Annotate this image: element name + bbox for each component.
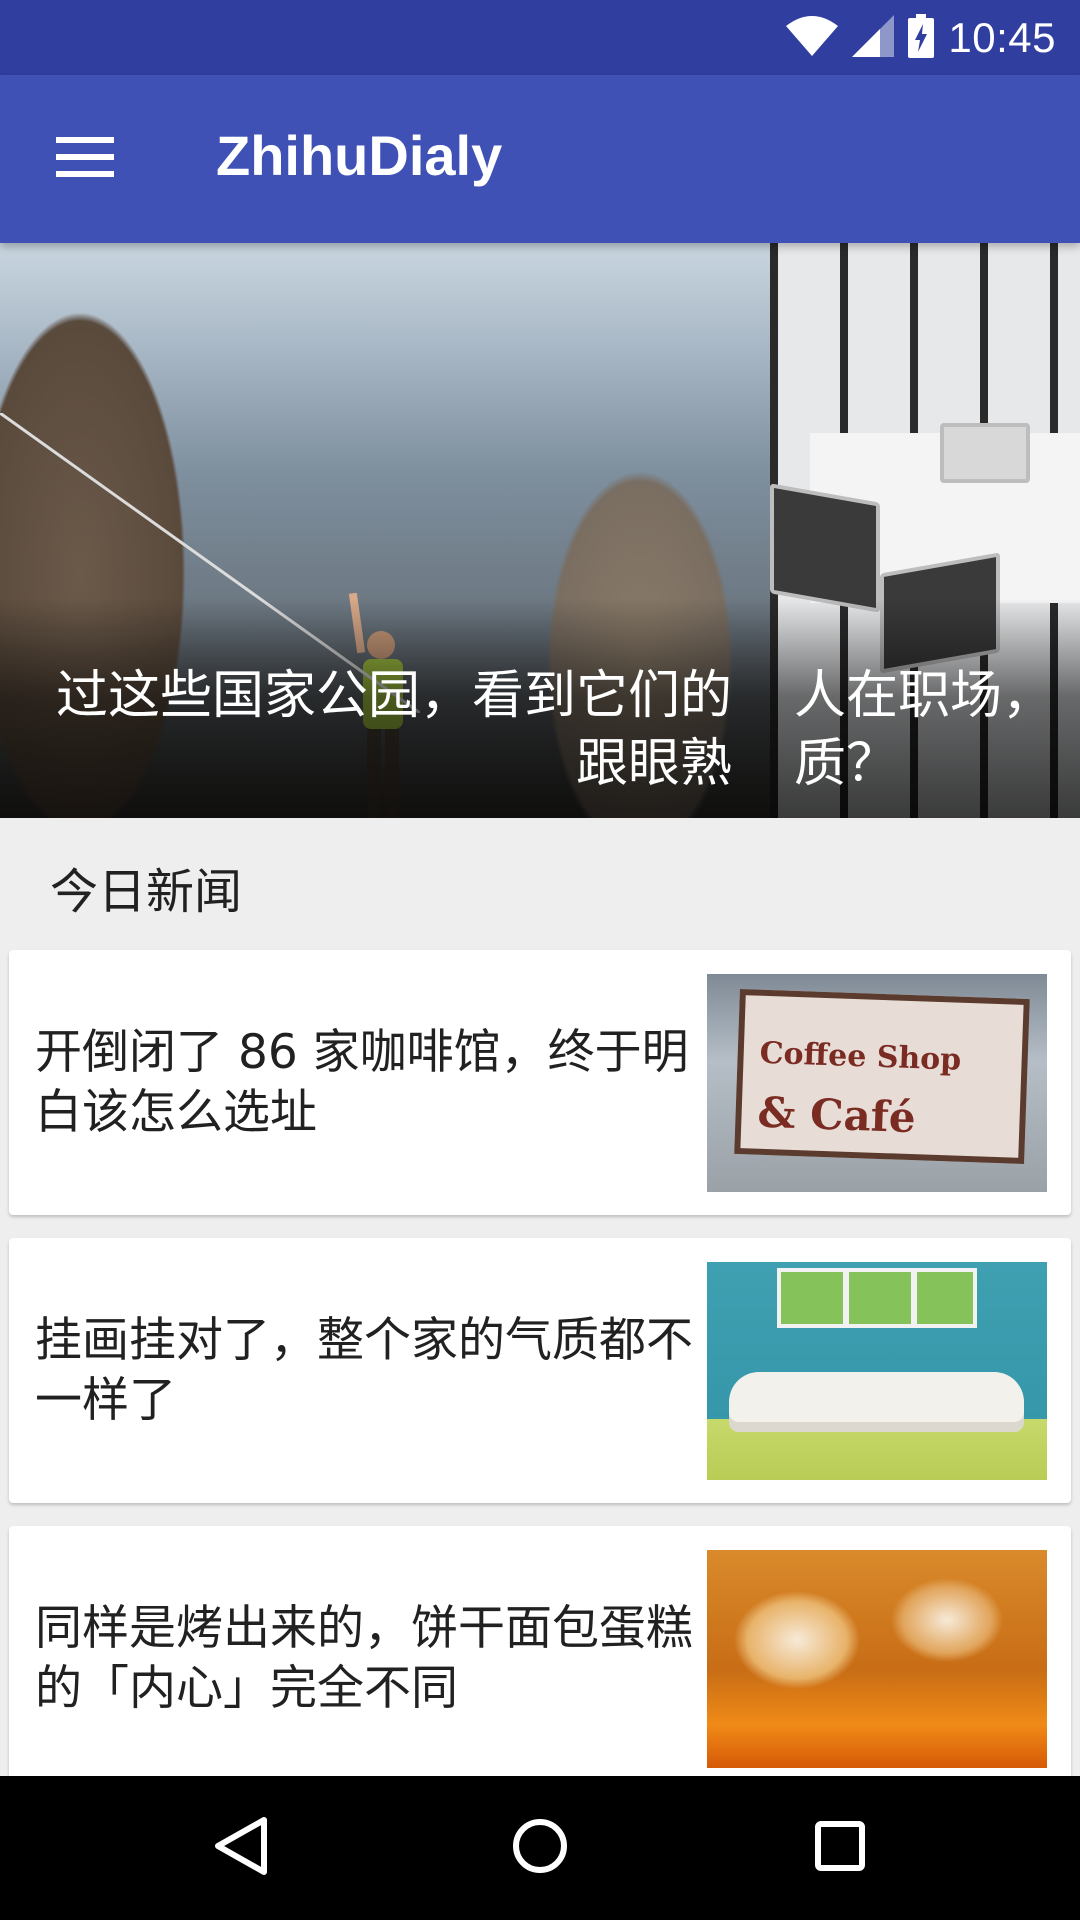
laptop-back (940, 423, 1030, 483)
news-card[interactable]: 挂画挂对了，整个家的气质都不一样了 (9, 1238, 1071, 1503)
screen: 10:45 ZhihuDialy 过这些国家公园，看到它们的 跟眼熟 人在职场，… (0, 0, 1080, 1920)
battery-charging-icon (908, 13, 935, 62)
home-icon (512, 1818, 568, 1878)
laptop-left (770, 483, 880, 613)
cafe-sign-line-1: Coffee Shop (759, 1035, 962, 1078)
wall-art (777, 1268, 977, 1328)
banner-slide-1[interactable]: 过这些国家公园，看到它们的 跟眼熟 (0, 243, 770, 818)
menu-button[interactable] (40, 119, 130, 199)
status-time: 10:45 (948, 13, 1056, 61)
recents-button[interactable] (750, 1776, 930, 1920)
banner-slide-2[interactable]: 人在职场， 质？ (770, 243, 1080, 818)
sofa (729, 1372, 1024, 1432)
navigation-bar (0, 1776, 1080, 1920)
news-card[interactable]: 开倒闭了 86 家咖啡馆，终于明白该怎么选址 Coffee Shop & Caf… (9, 950, 1071, 1215)
status-bar: 10:45 (0, 0, 1080, 75)
home-button[interactable] (450, 1776, 630, 1920)
back-icon (212, 1816, 268, 1880)
recents-icon (815, 1821, 865, 1875)
baked-buns-photo (707, 1550, 1047, 1768)
news-card[interactable]: 同样是烤出来的，饼干面包蛋糕的「内心」完全不同 (9, 1526, 1071, 1791)
banner-slide-title: 人在职场， 质？ (794, 666, 1055, 794)
sofa-wall-art-photo (707, 1262, 1047, 1480)
app-bar: ZhihuDialy (0, 75, 1080, 243)
section-title: 今日新闻 (50, 864, 243, 920)
wifi-icon (786, 15, 839, 60)
news-card-title: 挂画挂对了，整个家的气质都不一样了 (35, 1312, 693, 1428)
news-card-title: 开倒闭了 86 家咖啡馆，终于明白该怎么选址 (35, 1024, 689, 1140)
cafe-sign: Coffee Shop & Café (734, 988, 1030, 1165)
hamburger-menu-icon (56, 137, 114, 181)
cell-signal-icon (852, 14, 895, 61)
cafe-sign-line-2: & Café (756, 1087, 917, 1143)
banner-slide-title: 过这些国家公园，看到它们的 跟眼熟 (55, 666, 732, 794)
app-title: ZhihuDialy (216, 124, 503, 187)
news-card-title: 同样是烤出来的，饼干面包蛋糕的「内心」完全不同 (35, 1600, 693, 1716)
banner-carousel[interactable]: 过这些国家公园，看到它们的 跟眼熟 人在职场， 质？ (0, 243, 1080, 818)
back-button[interactable] (150, 1776, 330, 1920)
coffee-shop-sign-photo: Coffee Shop & Café (707, 974, 1047, 1192)
status-icons: 10:45 (786, 0, 1056, 75)
